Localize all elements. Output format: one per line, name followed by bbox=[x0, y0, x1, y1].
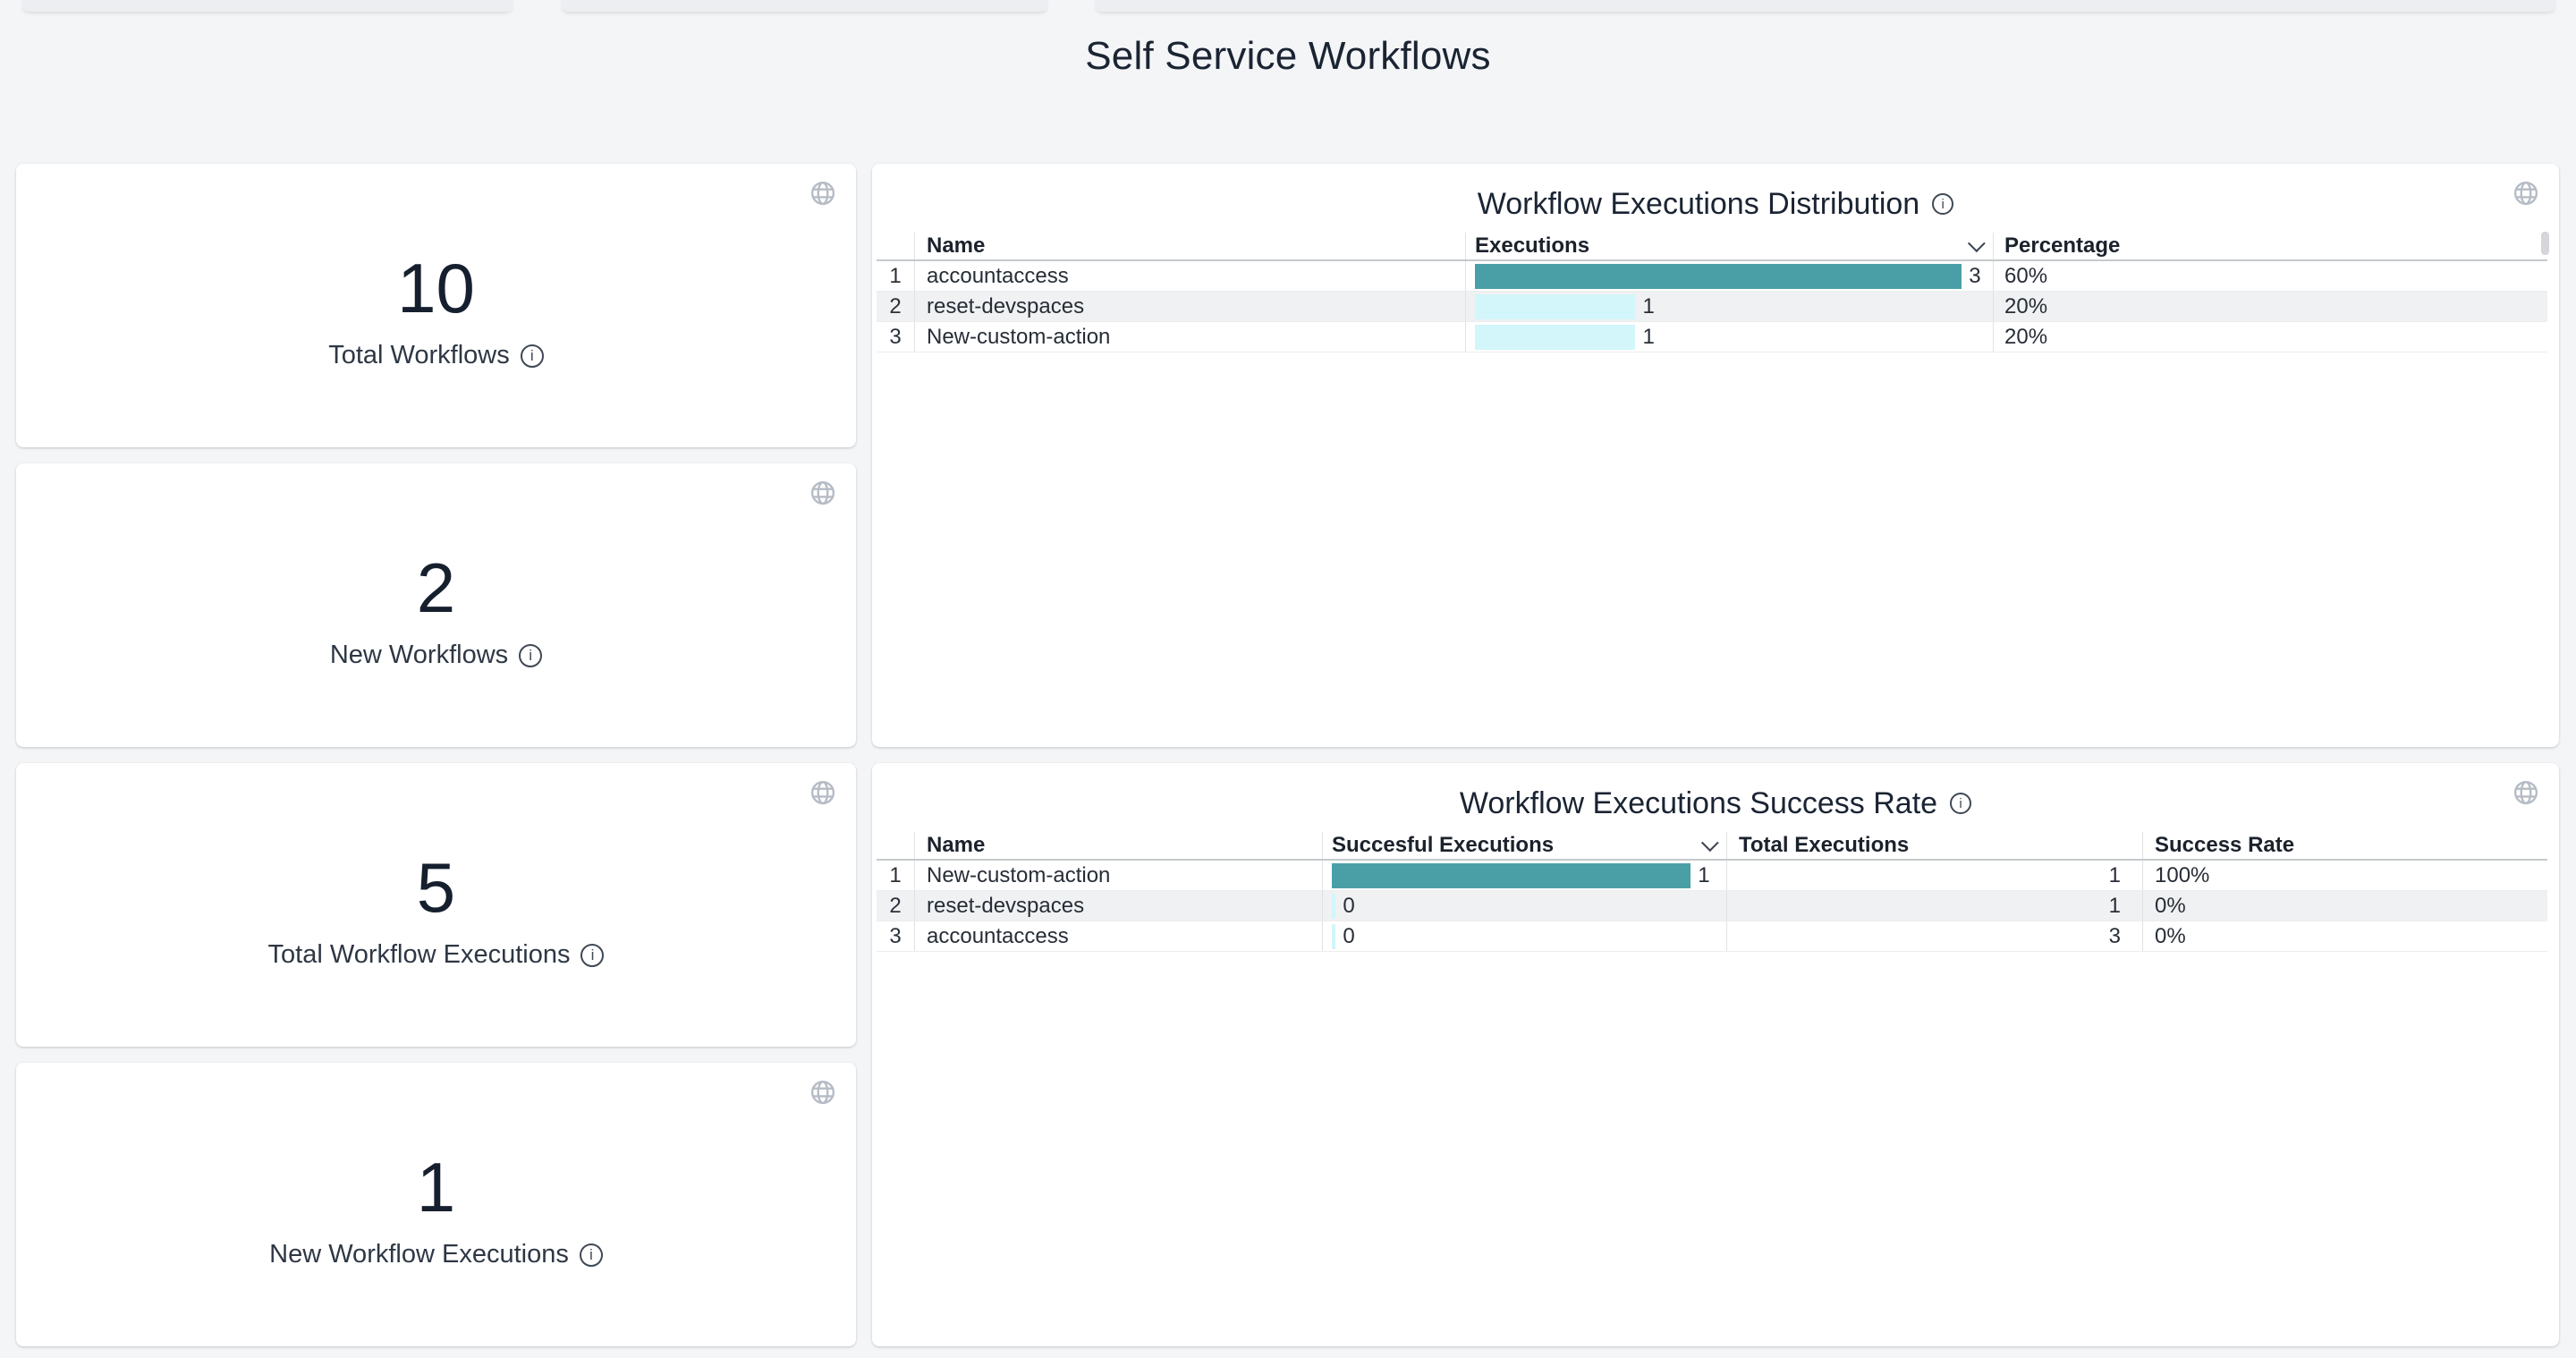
column-header-percentage[interactable]: Percentage bbox=[1993, 233, 2547, 259]
workflow-name: reset-devspaces bbox=[914, 891, 1322, 921]
executions-bar bbox=[1475, 325, 1635, 350]
globe-icon bbox=[2512, 779, 2539, 806]
info-icon[interactable] bbox=[1932, 193, 1953, 215]
success-rate-value: 100% bbox=[2142, 861, 2547, 890]
globe-icon bbox=[809, 1079, 836, 1106]
workflow-name: accountaccess bbox=[914, 921, 1322, 951]
row-index: 1 bbox=[877, 261, 914, 291]
stat-label: New Workflows bbox=[330, 641, 508, 670]
stat-card-total-workflows: 10 Total Workflows bbox=[16, 164, 856, 447]
executions-bar-cell: 1 bbox=[1465, 322, 1993, 352]
workflow-name: New-custom-action bbox=[914, 322, 1465, 352]
info-icon[interactable] bbox=[580, 1243, 603, 1267]
stat-card-new-workflow-executions: 1 New Workflow Executions bbox=[16, 1063, 856, 1346]
globe-icon bbox=[2512, 180, 2539, 207]
successful-executions-bar-cell: 1 bbox=[1322, 861, 1726, 890]
stat-value: 10 bbox=[16, 164, 856, 323]
sort-chevron-down-icon[interactable] bbox=[1701, 834, 1719, 852]
info-icon[interactable] bbox=[521, 344, 544, 368]
column-header-total-executions[interactable]: Total Executions bbox=[1726, 832, 2142, 859]
stat-value: 2 bbox=[16, 463, 856, 623]
sort-chevron-down-icon[interactable] bbox=[1968, 234, 1986, 252]
column-header-success-rate[interactable]: Success Rate bbox=[2142, 832, 2547, 859]
row-index: 3 bbox=[877, 322, 914, 352]
info-icon[interactable] bbox=[580, 944, 604, 967]
stat-label: Total Workflows bbox=[328, 341, 510, 370]
workflow-executions-distribution-card: Workflow Executions Distribution Name Ex… bbox=[872, 164, 2559, 747]
info-icon[interactable] bbox=[1950, 793, 1971, 814]
scrollbar-thumb[interactable] bbox=[2541, 232, 2549, 255]
cutoff-card-strip bbox=[21, 0, 513, 12]
table-row: 3 accountaccess 0 3 0% bbox=[877, 921, 2547, 952]
row-index: 3 bbox=[877, 921, 914, 951]
column-header-successful-executions[interactable]: Succesful Executions bbox=[1322, 832, 1726, 859]
successful-executions-value: 0 bbox=[1343, 924, 1354, 949]
executions-value: 1 bbox=[1642, 294, 1654, 319]
table-row: 2 reset-devspaces 1 20% bbox=[877, 292, 2547, 322]
globe-icon bbox=[809, 779, 836, 806]
stat-label: Total Workflow Executions bbox=[268, 940, 571, 970]
success-rate-value: 0% bbox=[2142, 891, 2547, 921]
executions-value: 1 bbox=[1642, 325, 1654, 350]
card-title: Workflow Executions Distribution bbox=[1478, 187, 1919, 222]
successful-executions-value: 1 bbox=[1698, 863, 1709, 888]
row-index: 2 bbox=[877, 292, 914, 321]
dashboard-page: Self Service Workflows 10 Total Workflow… bbox=[0, 0, 2576, 1358]
successful-executions-bar-cell: 0 bbox=[1322, 891, 1726, 921]
info-icon[interactable] bbox=[519, 644, 542, 667]
cutoff-card-strip bbox=[1095, 0, 2556, 12]
row-index: 1 bbox=[877, 861, 914, 890]
stat-label: New Workflow Executions bbox=[269, 1240, 569, 1269]
executions-bar-cell: 3 bbox=[1465, 261, 1993, 291]
executions-bar bbox=[1475, 264, 1962, 289]
stat-value: 1 bbox=[16, 1063, 856, 1222]
workflow-name: accountaccess bbox=[914, 261, 1465, 291]
total-executions-value: 3 bbox=[1726, 921, 2142, 951]
distribution-table: Name Executions Percentage 1 accountacce… bbox=[877, 233, 2547, 352]
globe-icon bbox=[809, 180, 836, 207]
table-row: 1 New-custom-action 1 1 100% bbox=[877, 861, 2547, 891]
total-executions-value: 1 bbox=[1726, 861, 2142, 890]
stat-card-new-workflows: 2 New Workflows bbox=[16, 463, 856, 747]
table-header-row: Name Succesful Executions Total Executio… bbox=[877, 832, 2547, 861]
column-header-name[interactable]: Name bbox=[914, 832, 1322, 859]
globe-icon bbox=[809, 480, 836, 506]
successful-executions-bar bbox=[1332, 863, 1690, 888]
successful-executions-bar-cell: 0 bbox=[1322, 921, 1726, 951]
successful-executions-bar bbox=[1332, 894, 1335, 919]
page-title: Self Service Workflows bbox=[0, 34, 2576, 79]
success-rate-value: 0% bbox=[2142, 921, 2547, 951]
percentage-value: 60% bbox=[1993, 261, 2547, 291]
percentage-value: 20% bbox=[1993, 322, 2547, 352]
card-title: Workflow Executions Success Rate bbox=[1460, 786, 1937, 821]
table-card-column: Workflow Executions Distribution Name Ex… bbox=[872, 164, 2559, 1346]
workflow-name: reset-devspaces bbox=[914, 292, 1465, 321]
table-row: 1 accountaccess 3 60% bbox=[877, 261, 2547, 292]
row-index: 2 bbox=[877, 891, 914, 921]
successful-executions-bar bbox=[1332, 924, 1335, 949]
executions-value: 3 bbox=[1969, 264, 1980, 289]
cutoff-card-strip bbox=[561, 0, 1048, 12]
table-row: 2 reset-devspaces 0 1 0% bbox=[877, 891, 2547, 921]
table-header-row: Name Executions Percentage bbox=[877, 233, 2547, 261]
column-header-executions[interactable]: Executions bbox=[1465, 233, 1993, 259]
success-rate-table: Name Succesful Executions Total Executio… bbox=[877, 832, 2547, 952]
executions-bar-cell: 1 bbox=[1465, 292, 1993, 321]
successful-executions-value: 0 bbox=[1343, 894, 1354, 919]
table-row: 3 New-custom-action 1 20% bbox=[877, 322, 2547, 352]
total-executions-value: 1 bbox=[1726, 891, 2142, 921]
stat-value: 5 bbox=[16, 763, 856, 922]
workflow-name: New-custom-action bbox=[914, 861, 1322, 890]
executions-bar bbox=[1475, 294, 1635, 319]
percentage-value: 20% bbox=[1993, 292, 2547, 321]
stat-card-column: 10 Total Workflows 2 New Workflows 5 Tot… bbox=[16, 164, 856, 1346]
workflow-executions-success-rate-card: Workflow Executions Success Rate Name Su… bbox=[872, 763, 2559, 1346]
stat-card-total-workflow-executions: 5 Total Workflow Executions bbox=[16, 763, 856, 1047]
column-header-name[interactable]: Name bbox=[914, 233, 1465, 259]
